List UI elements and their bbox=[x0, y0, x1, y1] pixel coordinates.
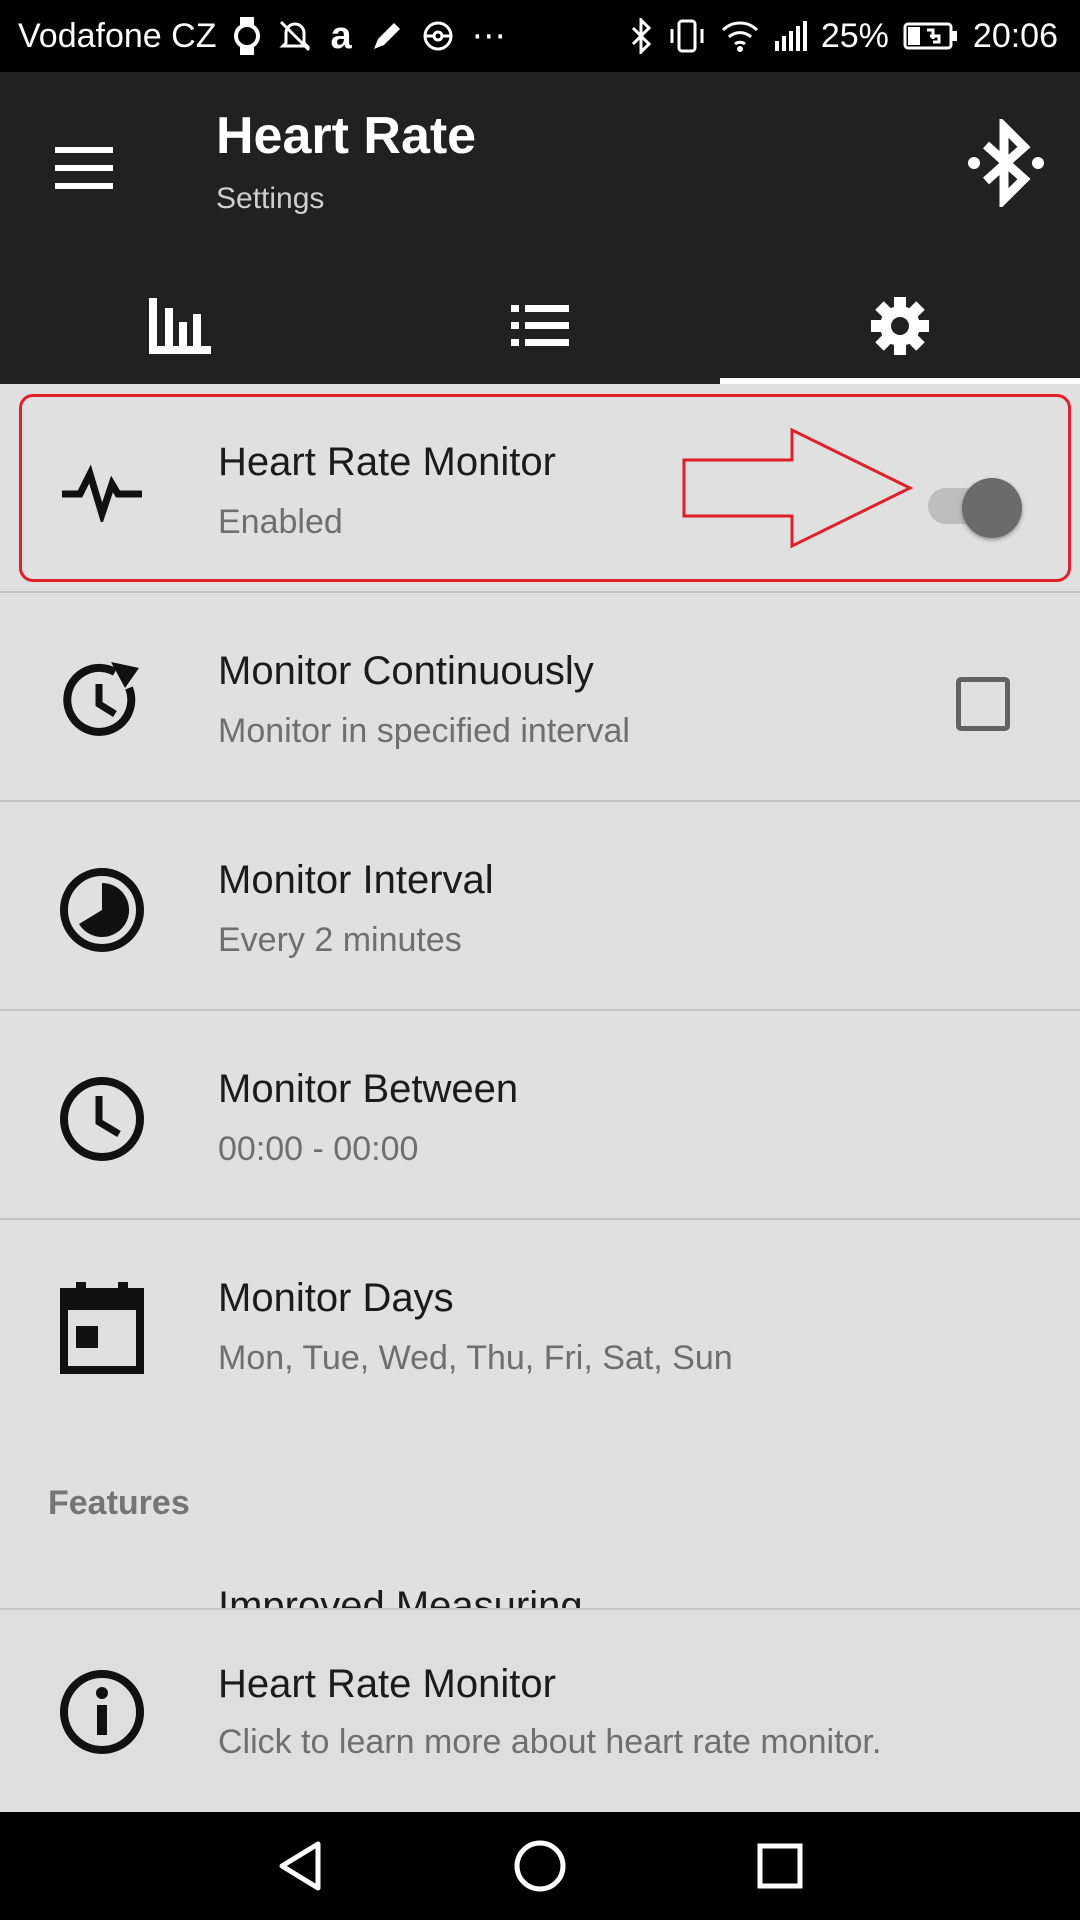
watch-icon bbox=[234, 17, 261, 55]
setting-subtitle: 00:00 - 00:00 bbox=[218, 1130, 419, 1168]
annotation-arrow-icon bbox=[682, 427, 914, 549]
setting-monitor-days[interactable]: Monitor Days Mon, Tue, Wed, Thu, Fri, Sa… bbox=[0, 1220, 1080, 1429]
continuous-checkbox[interactable] bbox=[956, 677, 1010, 731]
navigation-bar bbox=[0, 1812, 1080, 1920]
setting-heart-rate-monitor[interactable]: Heart Rate Monitor Enabled bbox=[0, 384, 1080, 593]
clock-time: 20:06 bbox=[972, 16, 1058, 55]
pokeball-icon bbox=[422, 20, 454, 52]
list-icon bbox=[511, 305, 569, 346]
back-icon[interactable] bbox=[255, 1821, 345, 1911]
section-header-features: Features bbox=[48, 1484, 190, 1522]
battery-percent: 25% bbox=[820, 16, 889, 55]
setting-subtitle: Monitor in specified interval bbox=[218, 712, 630, 750]
setting-title: Monitor Continuously bbox=[218, 649, 594, 693]
more-icon: ⋯ bbox=[471, 17, 506, 55]
info-icon bbox=[56, 1666, 148, 1758]
status-bar: Vodafone CZ a ⋯ 25% 20:06 bbox=[0, 0, 1080, 72]
info-subtitle: Click to learn more about heart rate mon… bbox=[218, 1723, 882, 1761]
hamburger-menu-icon[interactable] bbox=[40, 124, 128, 212]
enable-switch[interactable] bbox=[924, 470, 1024, 538]
app-bar: Heart Rate Settings bbox=[0, 72, 1080, 384]
carrier-label: Vodafone CZ bbox=[18, 16, 217, 55]
clock-icon bbox=[56, 1073, 148, 1165]
setting-monitor-between[interactable]: Monitor Between 00:00 - 00:00 bbox=[0, 1011, 1080, 1220]
pencil-icon bbox=[370, 19, 404, 53]
setting-title: Monitor Between bbox=[218, 1067, 519, 1111]
gear-icon bbox=[871, 297, 929, 355]
setting-monitor-continuously[interactable]: Monitor Continuously Monitor in specifie… bbox=[0, 593, 1080, 802]
wifi-icon bbox=[721, 20, 759, 52]
bluetooth-icon bbox=[631, 18, 653, 54]
signal-icon bbox=[773, 21, 807, 51]
tab-list[interactable] bbox=[360, 268, 720, 384]
tab-chart[interactable] bbox=[0, 268, 360, 384]
setting-improved-measuring[interactable]: Improved Measuring bbox=[0, 1572, 1080, 1608]
setting-title: Heart Rate Monitor bbox=[218, 440, 556, 484]
setting-subtitle: Enabled bbox=[218, 503, 343, 541]
clock-refresh-icon bbox=[56, 655, 148, 747]
switch-thumb bbox=[962, 478, 1022, 538]
info-title: Heart Rate Monitor bbox=[218, 1662, 556, 1706]
app-title: Heart Rate bbox=[216, 107, 477, 165]
clock-pie-icon bbox=[56, 864, 148, 956]
title-block: Heart Rate Settings bbox=[216, 106, 476, 216]
app-subtitle: Settings bbox=[216, 182, 325, 215]
setting-monitor-interval[interactable]: Monitor Interval Every 2 minutes bbox=[0, 802, 1080, 1011]
vibrate-icon bbox=[667, 19, 707, 53]
battery-charging-icon bbox=[903, 22, 959, 50]
home-icon[interactable] bbox=[495, 1821, 585, 1911]
recents-icon[interactable] bbox=[735, 1821, 825, 1911]
settings-list: Heart Rate Monitor Enabled Monitor Conti… bbox=[0, 384, 1080, 1429]
setting-title: Monitor Days bbox=[218, 1276, 454, 1320]
tab-settings[interactable] bbox=[720, 268, 1080, 384]
setting-title: Improved Measuring bbox=[218, 1584, 583, 1608]
setting-subtitle: Every 2 minutes bbox=[218, 921, 462, 959]
calendar-icon bbox=[56, 1282, 148, 1374]
setting-title: Monitor Interval bbox=[218, 858, 494, 902]
heart-pulse-icon bbox=[56, 446, 148, 538]
bluetooth-button[interactable] bbox=[958, 110, 1054, 216]
setting-subtitle: Mon, Tue, Wed, Thu, Fri, Sat, Sun bbox=[218, 1339, 733, 1377]
alarm-off-icon bbox=[278, 19, 312, 53]
tab-bar bbox=[0, 268, 1080, 384]
amazon-icon: a bbox=[330, 14, 352, 57]
info-heart-rate-monitor[interactable]: Heart Rate Monitor Click to learn more a… bbox=[0, 1608, 1080, 1812]
bar-chart-icon bbox=[149, 298, 211, 354]
bluetooth-icon bbox=[968, 119, 1044, 207]
